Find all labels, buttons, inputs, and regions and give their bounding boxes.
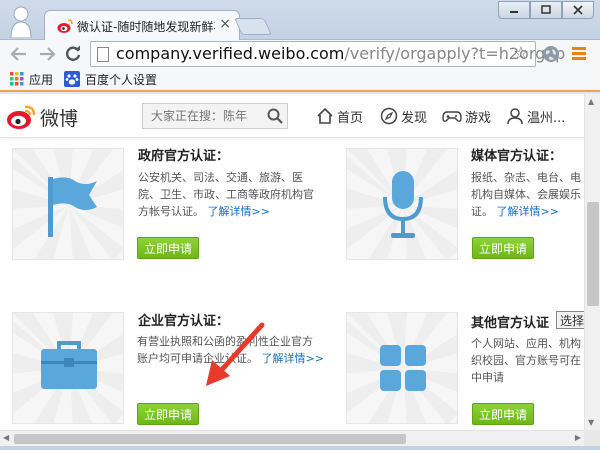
nav-user[interactable]: 温州...: [506, 106, 565, 126]
card-description: 公安机关、司法、交通、旅游、医 院、卫生、市政、工商等政府机构官 方帐号认证。 …: [138, 171, 314, 218]
learn-more-link[interactable]: 了解详情>>: [208, 205, 270, 218]
card-description: 个人网站、应用、机构 织校园、官方账号可在 中申请: [471, 337, 581, 384]
bookmark-label: 应用: [29, 72, 54, 87]
weibo-logo-icon: [7, 105, 36, 129]
nav-discover[interactable]: 发现: [380, 106, 427, 126]
weibo-header: 微博 首页 发现 游戏 温州...: [0, 94, 584, 138]
media-card-image: [346, 148, 458, 260]
search-box: [142, 103, 288, 129]
horizontal-scrollbar[interactable]: ◀ ▶: [0, 430, 584, 446]
window-bottom-edge: [0, 446, 600, 450]
weibo-logo[interactable]: 微博: [6, 103, 106, 131]
scrollbar-corner: [584, 430, 600, 446]
close-icon: [573, 5, 583, 15]
card-title: 政府官方认证：: [138, 149, 230, 164]
flag-icon: [48, 177, 97, 237]
apply-button-government[interactable]: 立即申请: [137, 237, 199, 259]
back-arrow-icon: [10, 47, 26, 61]
user-icon: [507, 108, 523, 125]
enterprise-card-image: [12, 312, 124, 424]
nav-games[interactable]: 游戏: [442, 106, 491, 126]
scroll-down-icon[interactable]: ▼: [588, 418, 594, 427]
menu-hamburger-icon[interactable]: [572, 45, 588, 63]
search-icon[interactable]: [267, 108, 283, 124]
maximize-button[interactable]: [530, 1, 562, 19]
horizontal-scroll-thumb[interactable]: [14, 434, 406, 444]
gamepad-icon: [442, 111, 462, 122]
bookmark-apps[interactable]: 应用: [10, 70, 53, 88]
choose-button[interactable]: 选择: [556, 311, 584, 329]
back-button[interactable]: [8, 43, 30, 65]
weibo-logo-text: 微博: [40, 107, 79, 130]
profile-avatar-icon[interactable]: [8, 4, 34, 38]
apply-button-enterprise[interactable]: 立即申请: [137, 403, 199, 425]
scroll-up-icon[interactable]: ▲: [588, 97, 594, 106]
forward-button[interactable]: [36, 43, 58, 65]
weibo-favicon-icon: [57, 19, 73, 33]
bookmark-label: 百度个人设置: [85, 72, 158, 87]
title-bar: 微认证-随时随地发现新鲜事 ×: [0, 0, 600, 40]
page-viewport: 政府官方认证： 公安机关、司法、交通、旅游、医 院、卫生、市政、工商等政府机构官…: [0, 94, 584, 430]
window-controls: [498, 1, 594, 19]
grid-icon: [380, 345, 426, 391]
forward-arrow-icon: [40, 47, 56, 61]
bookmark-star-icon[interactable]: ☆: [513, 43, 529, 64]
address-bar[interactable]: company.verified.weibo.com/verify/orgapp…: [90, 41, 565, 67]
tab-title: 微认证-随时随地发现新鲜事: [77, 20, 215, 34]
vertical-scroll-thumb[interactable]: [587, 202, 599, 306]
reload-icon: [65, 45, 81, 61]
bookmarks-bar: 应用 百度个人设置: [0, 68, 600, 92]
browser-toolbar: company.verified.weibo.com/verify/orgapp…: [0, 40, 600, 68]
reload-button[interactable]: [62, 43, 84, 65]
home-icon: [317, 107, 333, 124]
apply-button-other[interactable]: 立即申请: [472, 403, 534, 425]
apply-button-media[interactable]: 立即申请: [472, 237, 534, 259]
close-window-button[interactable]: [562, 1, 594, 19]
scroll-left-icon[interactable]: ◀: [3, 433, 9, 442]
other-card-image: [346, 312, 458, 424]
minimize-icon: [510, 11, 518, 13]
minimize-button[interactable]: [498, 1, 530, 19]
microphone-icon: [383, 171, 423, 238]
card-title: 媒体官方认证：: [471, 149, 563, 164]
nav-home[interactable]: 首页: [316, 106, 363, 126]
url-text[interactable]: company.verified.weibo.com/verify/orgapp…: [116, 44, 565, 63]
browser-tab[interactable]: 微认证-随时随地发现新鲜事 ×: [44, 10, 240, 40]
bookmark-baidu[interactable]: 百度个人设置: [64, 70, 157, 88]
red-arrow-annotation: [206, 322, 265, 386]
scroll-right-icon[interactable]: ▶: [575, 433, 581, 442]
learn-more-link[interactable]: 了解详情>>: [497, 205, 559, 218]
apps-grid-icon: [10, 72, 24, 86]
card-title: 其他官方认证: [471, 316, 550, 331]
vertical-scrollbar[interactable]: ▲ ▼: [584, 94, 600, 430]
search-input[interactable]: [143, 104, 259, 128]
page-icon: [97, 47, 109, 62]
card-description: 报纸、杂志、电台、电 机构自媒体、会展娱乐 证。 了解详情>>: [471, 171, 581, 218]
tab-close-icon[interactable]: ×: [219, 16, 231, 32]
compass-icon: [380, 107, 398, 125]
globe-extension-icon[interactable]: [542, 45, 560, 63]
maximize-icon: [541, 5, 551, 14]
briefcase-icon: [41, 341, 97, 389]
government-card-image: [12, 148, 124, 260]
baidu-paw-icon: [64, 71, 80, 87]
